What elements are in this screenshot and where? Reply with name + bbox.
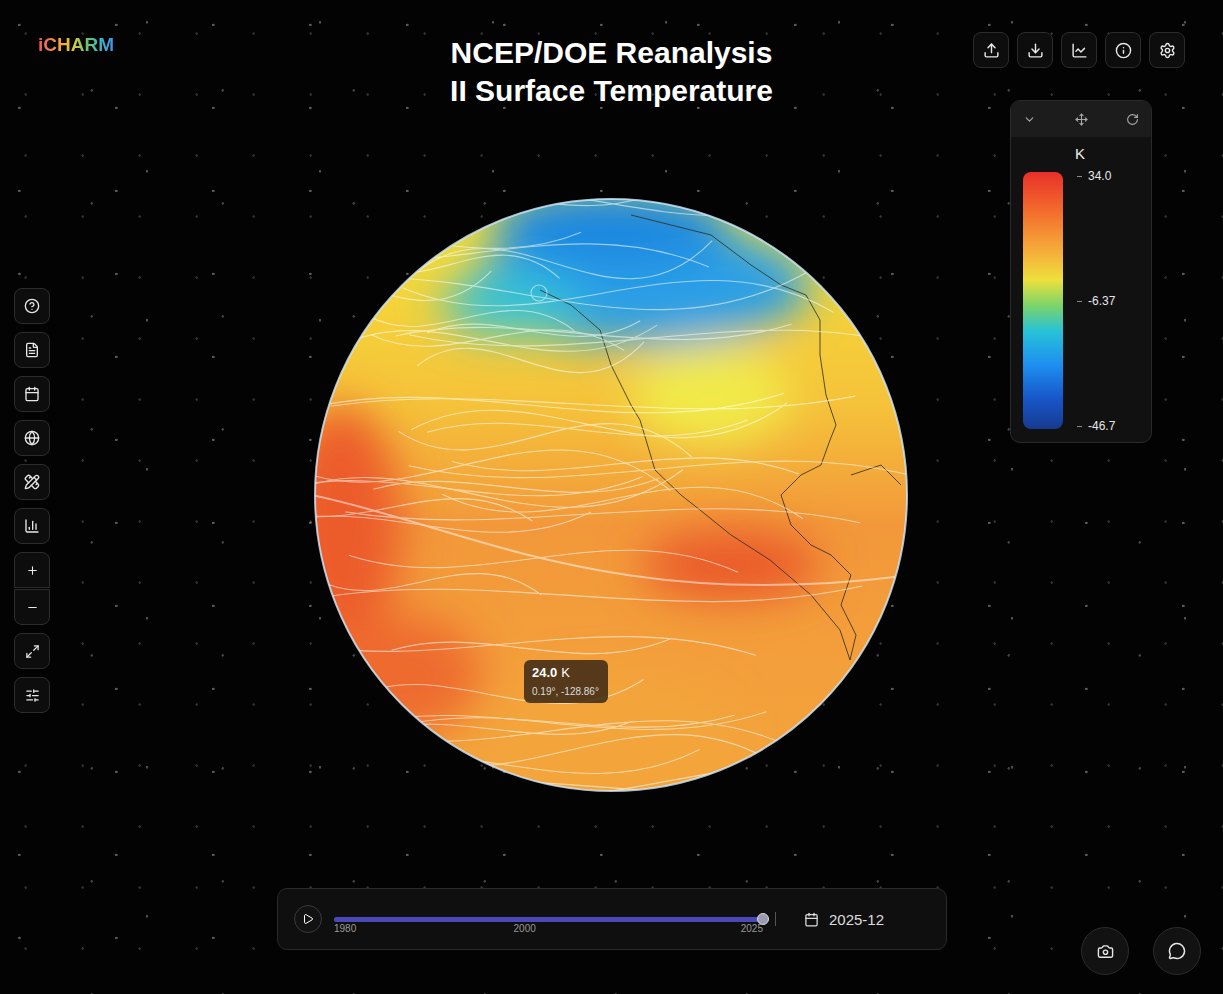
- globe-button[interactable]: [14, 420, 50, 456]
- globe-map[interactable]: [311, 195, 911, 795]
- value-tooltip: 24.0K 0.19°, -128.86°: [524, 660, 608, 703]
- adjust-button[interactable]: [14, 677, 50, 713]
- slider-track: [334, 917, 763, 922]
- tooltip-coords: 0.19°, -128.86°: [532, 686, 600, 697]
- logo[interactable]: iCHARM: [38, 34, 114, 56]
- tools-button[interactable]: [14, 464, 50, 500]
- title-line: II Surface Temperature: [300, 72, 923, 110]
- help-icon: [24, 298, 40, 314]
- dataset-title: NCEP/DOE ReanalysisII Surface Temperatur…: [300, 34, 923, 110]
- screenshot-button[interactable]: [1081, 927, 1129, 975]
- document-icon: [24, 342, 40, 358]
- chevron-down-icon[interactable]: [1023, 113, 1036, 126]
- rotate-icon[interactable]: [1126, 113, 1139, 126]
- pencil-ruler-icon: [24, 474, 40, 490]
- zoom-out-button[interactable]: [14, 589, 50, 625]
- move-icon[interactable]: [1075, 113, 1088, 126]
- year-tick: 1980: [334, 923, 356, 934]
- info-icon: [1115, 42, 1132, 59]
- slider-end-mark: [775, 912, 776, 926]
- settings-button[interactable]: [1149, 32, 1185, 68]
- chat-button[interactable]: [1153, 927, 1201, 975]
- legend-unit: K: [1011, 137, 1151, 163]
- gear-icon: [1159, 42, 1176, 59]
- document-button[interactable]: [14, 332, 50, 368]
- time-slider[interactable]: 1980 2000 2025: [334, 901, 763, 937]
- calendar-icon: [804, 912, 819, 927]
- calendar-button[interactable]: [14, 376, 50, 412]
- plus-icon: [26, 564, 39, 577]
- tick-mark: [1077, 301, 1082, 302]
- download-icon: [1027, 42, 1044, 59]
- date-display[interactable]: 2025-12: [804, 911, 884, 928]
- play-icon: [302, 913, 314, 925]
- play-button[interactable]: [294, 905, 322, 933]
- legend-body: 34.0-6.37-46.7: [1011, 163, 1151, 429]
- tick-mark: [1077, 426, 1082, 427]
- chat-bubble-icon: [1168, 942, 1186, 960]
- line-chart-icon: [1071, 42, 1088, 59]
- info-button[interactable]: [1105, 32, 1141, 68]
- globe-icon: [24, 430, 40, 446]
- help-button[interactable]: [14, 288, 50, 324]
- side-toolbar: [14, 288, 50, 713]
- legend-tick: -46.7: [1077, 419, 1115, 433]
- upload-button[interactable]: [973, 32, 1009, 68]
- chart-button[interactable]: [1061, 32, 1097, 68]
- app-page: iCHARM NCEP/DOE ReanalysisII Surface Temp…: [0, 0, 1223, 994]
- bar-chart-icon: [24, 518, 40, 534]
- color-legend[interactable]: K 34.0 -6.37 -46.7: [1010, 100, 1152, 443]
- year-tick: 2025: [741, 923, 763, 934]
- tooltip-unit: K: [561, 665, 570, 680]
- zoom-group: [14, 552, 50, 625]
- download-button[interactable]: [1017, 32, 1053, 68]
- year-tick: 2000: [514, 923, 536, 934]
- legend-tick: -6.37: [1077, 294, 1115, 308]
- legend-header: [1011, 101, 1151, 137]
- stats-button[interactable]: [14, 508, 50, 544]
- title-line: NCEP/DOE Reanalysis: [300, 34, 923, 72]
- sliders-icon: [25, 688, 40, 703]
- zoom-in-button[interactable]: [14, 552, 50, 588]
- color-bar: [1023, 172, 1063, 429]
- calendar-icon: [24, 386, 40, 402]
- legend-ticks: 34.0-6.37-46.7: [1077, 172, 1137, 429]
- slider-fill: [334, 917, 763, 922]
- minus-icon: [26, 601, 39, 614]
- tick-mark: [1077, 176, 1082, 177]
- timeline-bar: 1980 2000 2025 2025-12: [277, 888, 947, 950]
- fullscreen-button[interactable]: [14, 633, 50, 669]
- upload-icon: [983, 42, 1000, 59]
- tooltip-value: 24.0K: [532, 665, 600, 680]
- legend-tick: 34.0: [1077, 169, 1111, 183]
- top-toolbar: [973, 32, 1185, 68]
- camera-icon: [1097, 943, 1114, 960]
- expand-icon: [25, 644, 40, 659]
